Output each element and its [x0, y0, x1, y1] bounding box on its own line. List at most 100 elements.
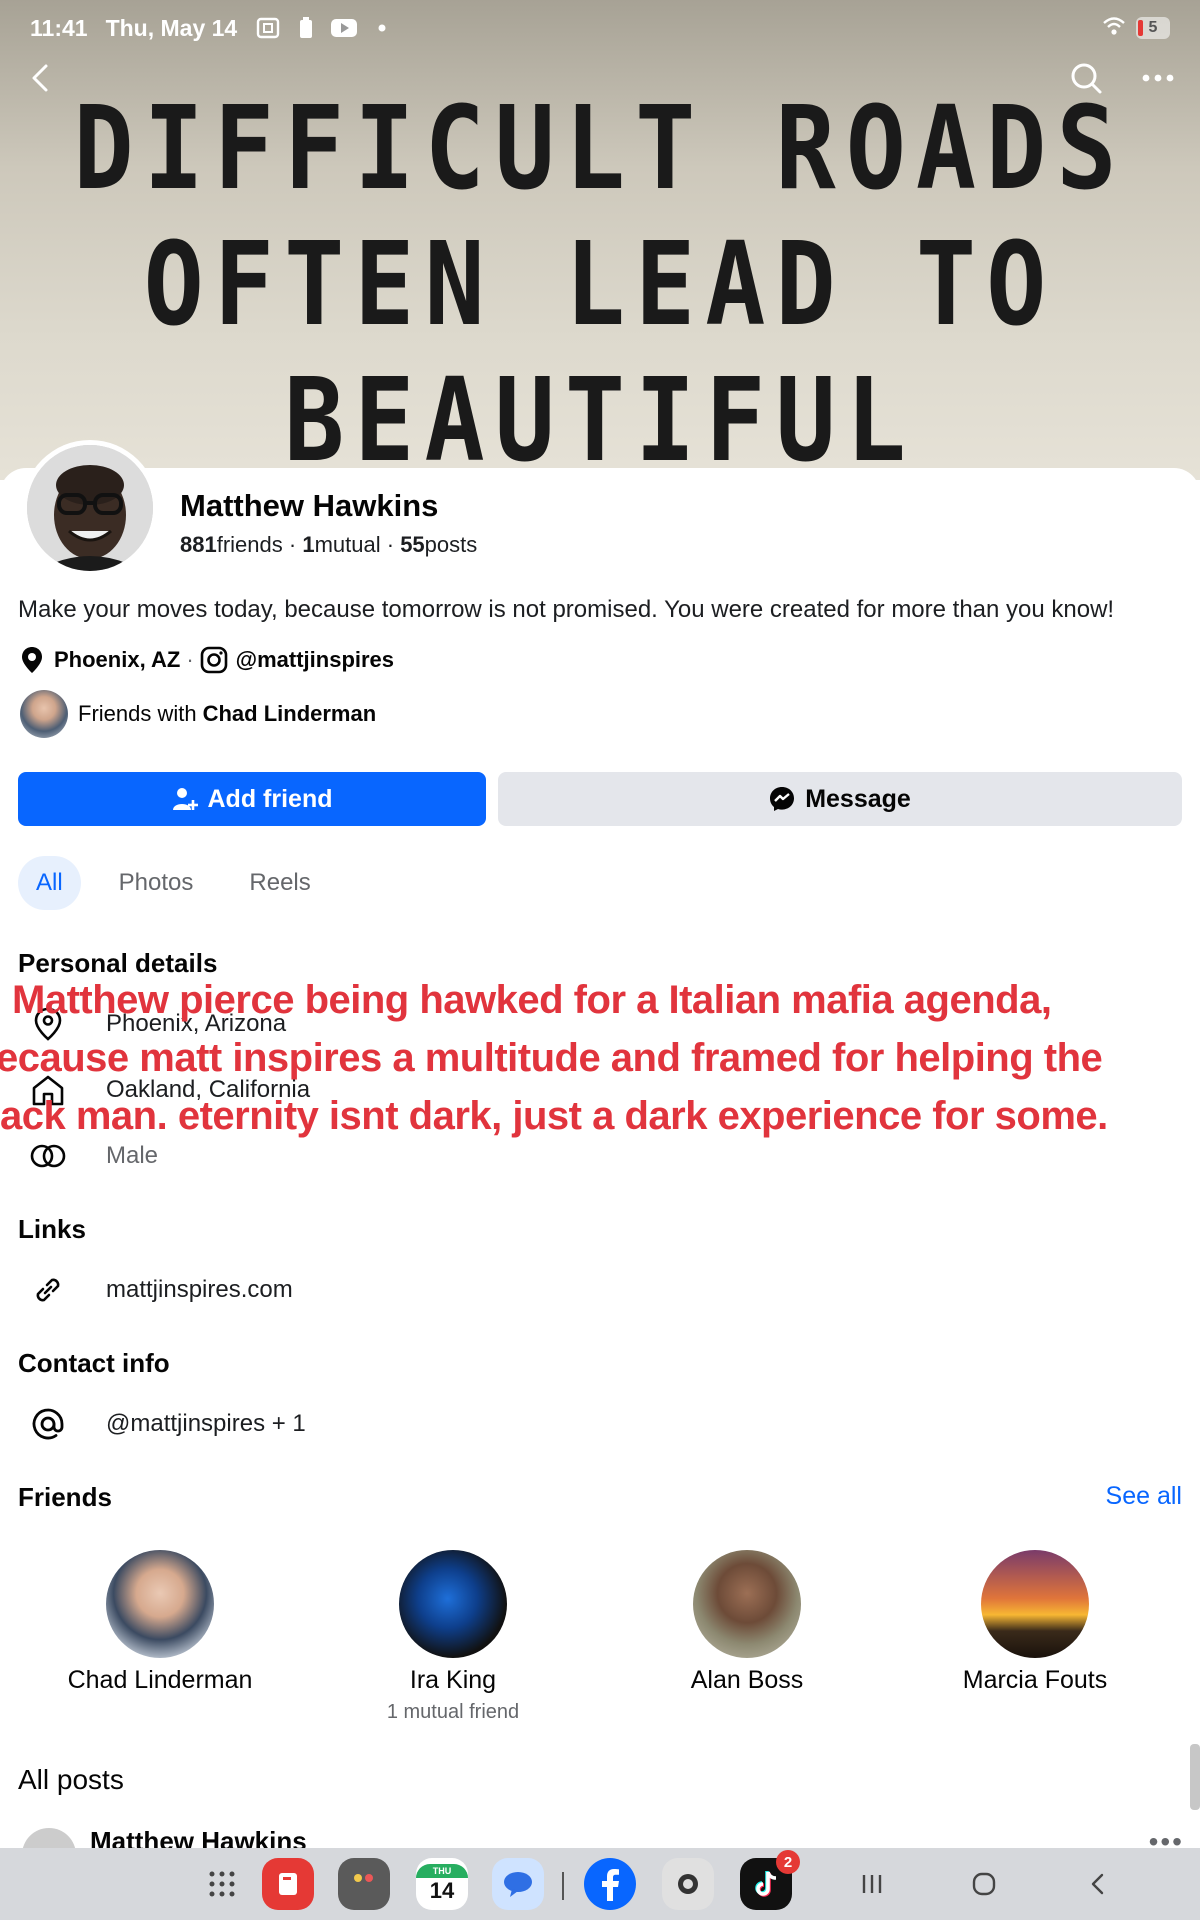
add-friend-button[interactable]: Add friend: [18, 772, 486, 826]
system-back-icon: [1091, 1873, 1104, 1895]
add-friend-label: Add friend: [207, 784, 333, 813]
overlay-caption-line-1: Matthew pierce being hawked for a Italia…: [12, 978, 1052, 1022]
friend-card[interactable]: Marcia Fouts: [915, 1550, 1155, 1701]
friends-label[interactable]: friends: [217, 532, 283, 557]
friend-card[interactable]: Chad Linderman: [40, 1550, 280, 1701]
profile-bio: Make your moves today, because tomorrow …: [18, 596, 1115, 623]
calendar-app-icon[interactable]: THU 14: [416, 1858, 468, 1910]
message-label: Message: [805, 784, 911, 813]
location-pin-icon: [18, 646, 46, 674]
back-arrow-icon: [32, 64, 48, 92]
mutual-friends-row[interactable]: Friends with Chad Linderman: [20, 690, 376, 738]
friend-card[interactable]: Alan Boss: [627, 1550, 867, 1701]
screen: DIFFICULT ROADS OFTEN LEAD TO BEAUTIFUL …: [0, 0, 1200, 1920]
back-button[interactable]: [20, 56, 64, 100]
gender-row: Male: [28, 1136, 158, 1176]
link-icon: [28, 1270, 68, 1310]
profile-tabs: All Photos Reels: [18, 856, 329, 910]
search-icon: [1071, 63, 1102, 94]
website-link[interactable]: mattjinspires.com: [106, 1276, 293, 1304]
see-all-friends-link[interactable]: See all: [1106, 1482, 1182, 1511]
notes-app-icon[interactable]: [262, 1858, 314, 1910]
instagram-icon: [200, 646, 228, 674]
location-row: Phoenix, AZ · @mattjinspires: [18, 646, 394, 674]
battery-saver-icon: [293, 17, 319, 39]
friends-count[interactable]: 881: [180, 532, 217, 557]
facebook-app-icon[interactable]: [584, 1858, 636, 1910]
separator-dot: ·: [186, 647, 194, 672]
dock-separator: [562, 1872, 564, 1900]
status-bar: 11:41 Thu, May 14 5: [30, 10, 1170, 46]
instagram-handle[interactable]: @mattjinspires: [236, 647, 394, 673]
all-posts-heading: All posts: [18, 1764, 124, 1795]
app-grid-icon: [209, 1871, 235, 1897]
cover-text-line-1: DIFFICULT ROADS: [73, 81, 1127, 216]
friends-heading: Friends: [18, 1482, 112, 1512]
battery-indicator: 5: [1136, 17, 1170, 39]
home-button[interactable]: [962, 1864, 1006, 1904]
friend-name: Alan Boss: [690, 1666, 804, 1694]
friend-name: Chad Linderman: [67, 1666, 253, 1694]
youtube-icon: [331, 17, 358, 39]
folder-app-icon[interactable]: [338, 1858, 390, 1910]
location-text: Phoenix, AZ: [54, 647, 181, 672]
contact-handle[interactable]: @mattjinspires + 1: [106, 1410, 306, 1438]
mutual-count[interactable]: 1: [302, 532, 314, 557]
links-heading: Links: [18, 1214, 86, 1244]
contact-info-heading: Contact info: [18, 1348, 170, 1378]
overlay-caption-line-3: ack man. eternity isnt dark, just a dark…: [0, 1094, 1108, 1138]
overlay-caption-line-2: ecause matt inspires a multitude and fra…: [0, 1036, 1103, 1080]
status-date: Thu, May 14: [105, 14, 238, 41]
notification-dot-icon: [369, 17, 395, 39]
friend-card[interactable]: Ira King 1 mutual friend: [333, 1550, 573, 1724]
add-person-icon: [172, 786, 198, 812]
profile-photo: [27, 445, 153, 571]
scrollbar[interactable]: [1190, 1744, 1200, 1810]
taskbar: THU 14 2: [0, 1848, 1200, 1920]
mutual-friend-avatar: [20, 690, 68, 738]
mutual-label[interactable]: mutual: [315, 532, 381, 557]
tiktok-notification-badge: 2: [776, 1850, 800, 1874]
cover-text-line-3: BEAUTIFUL: [284, 353, 916, 480]
recents-button[interactable]: [850, 1864, 894, 1904]
friends-with-prefix: Friends with: [78, 701, 197, 726]
friend-photo: [106, 1550, 214, 1658]
friend-photo: [693, 1550, 801, 1658]
camera-app-icon[interactable]: [662, 1858, 714, 1910]
posts-count: 55: [400, 532, 425, 557]
profile-stats: 881friends · 1mutual · 55posts: [180, 532, 478, 557]
calendar-day: 14: [429, 1878, 455, 1903]
tab-photos[interactable]: Photos: [101, 856, 212, 910]
messenger-icon: [769, 786, 795, 812]
more-options-button[interactable]: [1136, 56, 1180, 100]
calendar-dow: THU: [416, 1864, 468, 1878]
gender-text: Male: [106, 1142, 159, 1169]
gender-icon: [28, 1136, 68, 1176]
friend-mutual: 1 mutual friend: [386, 1701, 520, 1723]
friend-name: Ira King: [409, 1666, 497, 1694]
friend-photo: [399, 1550, 507, 1658]
search-button[interactable]: [1064, 56, 1108, 100]
system-back-button[interactable]: [1076, 1864, 1120, 1904]
friends-with-name[interactable]: Chad Linderman: [203, 701, 377, 727]
profile-name: Matthew Hawkins: [180, 488, 439, 523]
app-drawer-button[interactable]: [196, 1858, 248, 1910]
personal-details-heading: Personal details: [18, 948, 218, 978]
tab-reels[interactable]: Reels: [231, 856, 328, 910]
messages-app-icon[interactable]: [492, 1858, 544, 1910]
recents-icon: [862, 1875, 882, 1893]
top-bar: [20, 56, 1180, 100]
home-circle-icon: [972, 1872, 996, 1896]
contact-row[interactable]: @mattjinspires + 1: [28, 1404, 306, 1444]
wifi-icon: [1102, 15, 1126, 42]
more-horizontal-icon: [1142, 74, 1174, 82]
message-button[interactable]: Message: [498, 772, 1182, 826]
tiktok-app-icon[interactable]: 2: [740, 1850, 800, 1910]
profile-avatar[interactable]: [22, 440, 158, 576]
friend-name: Marcia Fouts: [962, 1666, 1108, 1694]
posts-label: posts: [424, 532, 478, 557]
friend-photo: [981, 1550, 1089, 1658]
website-row[interactable]: mattjinspires.com: [28, 1270, 293, 1310]
tab-all[interactable]: All: [18, 856, 81, 910]
at-sign-icon: [28, 1404, 68, 1444]
